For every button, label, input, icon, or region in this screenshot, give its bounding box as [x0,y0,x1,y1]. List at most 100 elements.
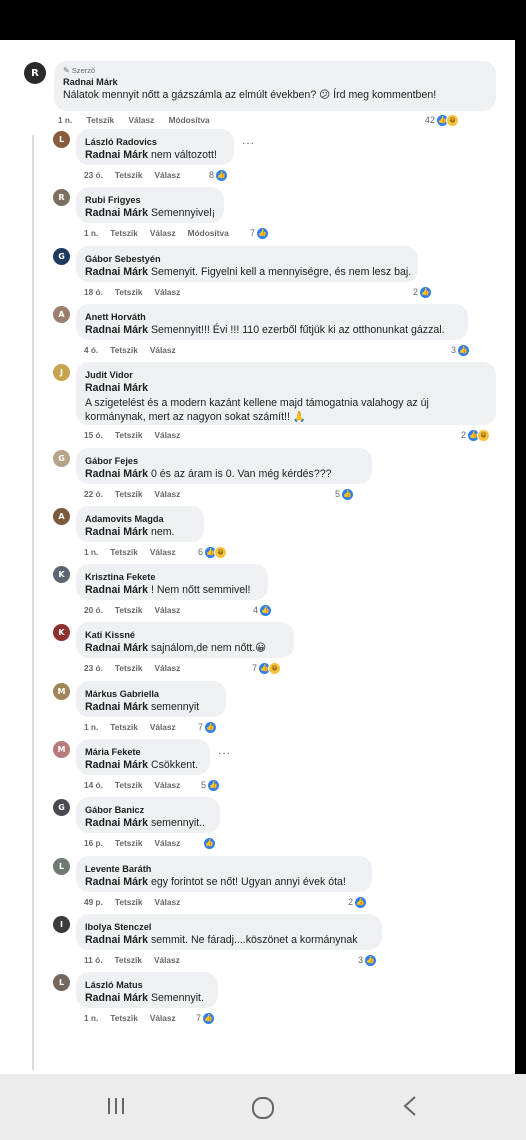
mention-link[interactable]: Radnai Márk [85,934,148,946]
author-comment-bubble[interactable]: ✎ Szerző Radnai Márk Nálatok mennyit nőt… [54,61,496,111]
mention-link[interactable]: Radnai Márk [85,266,148,278]
commenter-avatar[interactable]: R [53,189,70,206]
mention-link[interactable]: Radnai Márk [85,382,148,394]
commenter-name[interactable]: Krisztina Fekete [85,571,258,583]
comment-reactions[interactable]: 7 👍 😆 [252,661,282,675]
comment-bubble[interactable]: Anett Horváth Radnai Márk Semennyit!!! Év… [76,304,468,340]
more-options-button[interactable]: ... [218,743,231,757]
reply-button[interactable]: Válasz [154,170,180,180]
comment-time[interactable]: 1 n. [84,722,98,732]
edited-label[interactable]: Módosítva [188,228,229,238]
commenter-avatar[interactable]: G [53,248,70,265]
commenter-name[interactable]: Ibolya Stenczel [85,921,372,933]
commenter-name[interactable]: Mária Fekete [85,746,200,758]
commenter-avatar[interactable]: M [53,683,70,700]
commenter-name[interactable]: Gábor Fejes [85,455,362,467]
more-options-button[interactable]: ... [242,133,255,147]
comment-bubble[interactable]: Krisztina Fekete Radnai Márk ! Nem nőtt s… [76,564,268,600]
like-button[interactable]: Tetszik [115,838,143,848]
comment-bubble[interactable]: Gábor Sebestyén Radnai Márk Semenyit. Fig… [76,246,418,282]
commenter-avatar[interactable]: A [53,306,70,323]
comment-reactions[interactable]: 3 👍 [358,953,378,967]
reply-button[interactable]: Válasz [154,430,180,440]
reply-button[interactable]: Válasz [150,547,176,557]
commenter-avatar[interactable]: L [53,131,70,148]
reply-button[interactable]: Válasz [150,1013,176,1023]
commenter-name[interactable]: Rubi Frigyes [85,194,214,206]
commenter-name[interactable]: Judit Vidor [85,369,486,381]
comment-time[interactable]: 18 ó. [84,287,103,297]
comment-bubble[interactable]: Kati Kissné Radnai Márk sajnálom,de nem n… [76,622,294,658]
reply-button[interactable]: Válasz [154,287,180,297]
mention-link[interactable]: Radnai Márk [85,207,148,219]
comment-reactions[interactable]: 4 👍 [253,603,273,617]
comment-bubble[interactable]: László Radovics Radnai Márk nem változott… [76,129,234,165]
mention-link[interactable]: Radnai Márk [85,584,148,596]
commenter-name[interactable]: Anett Horváth [85,311,458,323]
reply-button[interactable]: Válasz [150,345,176,355]
commenter-name[interactable]: Gábor Sebestyén [85,253,408,265]
comment-reactions[interactable]: 6 👍 😆 [198,545,228,559]
comment-reactions[interactable]: 7 👍 [198,720,218,734]
commenter-name[interactable]: László Matus [85,979,208,991]
reply-button[interactable]: Válasz [154,489,180,499]
comment-time[interactable]: 23 ó. [84,663,103,673]
comment-bubble[interactable]: Ibolya Stenczel Radnai Márk semmit. Ne fá… [76,914,382,950]
like-button[interactable]: Tetszik [115,170,143,180]
comment-reactions[interactable]: 2 👍 😆 [461,428,491,442]
comment-bubble[interactable]: Gábor Banicz Radnai Márk semennyit.. [76,797,220,833]
commenter-avatar[interactable]: L [53,974,70,991]
comment-bubble[interactable]: László Matus Radnai Márk Semennyit. [76,972,218,1008]
like-button[interactable]: Tetszik [115,287,143,297]
post-reply-button[interactable]: Válasz [128,115,154,125]
mention-link[interactable]: Radnai Márk [85,759,148,771]
comment-bubble[interactable]: Judit Vidor Radnai Márk A szigetelést és a… [76,362,496,425]
comment-reactions[interactable]: 3 👍 [451,343,471,357]
post-reactions[interactable]: 42 👍 😆 [425,113,460,127]
comment-reactions[interactable]: 5 👍 [335,487,355,501]
mention-link[interactable]: Radnai Márk [85,642,148,654]
like-button[interactable]: Tetszik [110,345,138,355]
comment-time[interactable]: 15 ó. [84,430,103,440]
commenter-name[interactable]: Gábor Banicz [85,804,210,816]
commenter-name[interactable]: Márkus Gabriella [85,688,216,700]
comment-bubble[interactable]: Adamovits Magda Radnai Márk nem. [76,506,204,542]
comment-reactions[interactable]: 8 👍 [209,168,229,182]
post-like-button[interactable]: Tetszik [87,115,115,125]
author-avatar[interactable]: R [24,62,46,84]
commenter-avatar[interactable]: G [53,799,70,816]
comment-time[interactable]: 22 ó. [84,489,103,499]
like-button[interactable]: Tetszik [115,605,143,615]
comment-reactions[interactable]: 👍 [203,836,216,850]
reply-button[interactable]: Válasz [154,838,180,848]
comment-reactions[interactable]: 7 👍 [196,1011,216,1025]
home-icon[interactable] [249,1094,277,1122]
comment-bubble[interactable]: Márkus Gabriella Radnai Márk semennyit [76,681,226,717]
mention-link[interactable]: Radnai Márk [85,992,148,1004]
commenter-name[interactable]: Adamovits Magda [85,513,194,525]
comment-reactions[interactable]: 2 👍 [348,895,368,909]
commenter-name[interactable]: Kati Kissné [85,629,284,641]
post-time[interactable]: 1 n. [58,115,72,125]
commenter-avatar[interactable]: I [53,916,70,933]
commenter-name[interactable]: László Radovics [85,136,224,148]
commenter-avatar[interactable]: J [53,364,70,381]
author-name[interactable]: Radnai Márk [63,76,486,88]
comment-time[interactable]: 1 n. [84,228,98,238]
comment-time[interactable]: 49 p. [84,897,103,907]
mention-link[interactable]: Radnai Márk [85,701,148,713]
commenter-avatar[interactable]: K [53,566,70,583]
comment-time[interactable]: 11 ó. [84,955,102,965]
like-button[interactable]: Tetszik [110,1013,138,1023]
commenter-name[interactable]: Levente Baráth [85,863,362,875]
comment-bubble[interactable]: Gábor Fejes Radnai Márk 0 és az áram is 0… [76,448,372,484]
like-button[interactable]: Tetszik [115,489,143,499]
comment-reactions[interactable]: 7 👍 [250,226,270,240]
reply-button[interactable]: Válasz [154,897,180,907]
mention-link[interactable]: Radnai Márk [85,526,148,538]
like-button[interactable]: Tetszik [115,663,143,673]
mention-link[interactable]: Radnai Márk [85,876,148,888]
reply-button[interactable]: Válasz [154,663,180,673]
reply-button[interactable]: Válasz [154,605,180,615]
comment-bubble[interactable]: Levente Baráth Radnai Márk egy forintot s… [76,856,372,892]
